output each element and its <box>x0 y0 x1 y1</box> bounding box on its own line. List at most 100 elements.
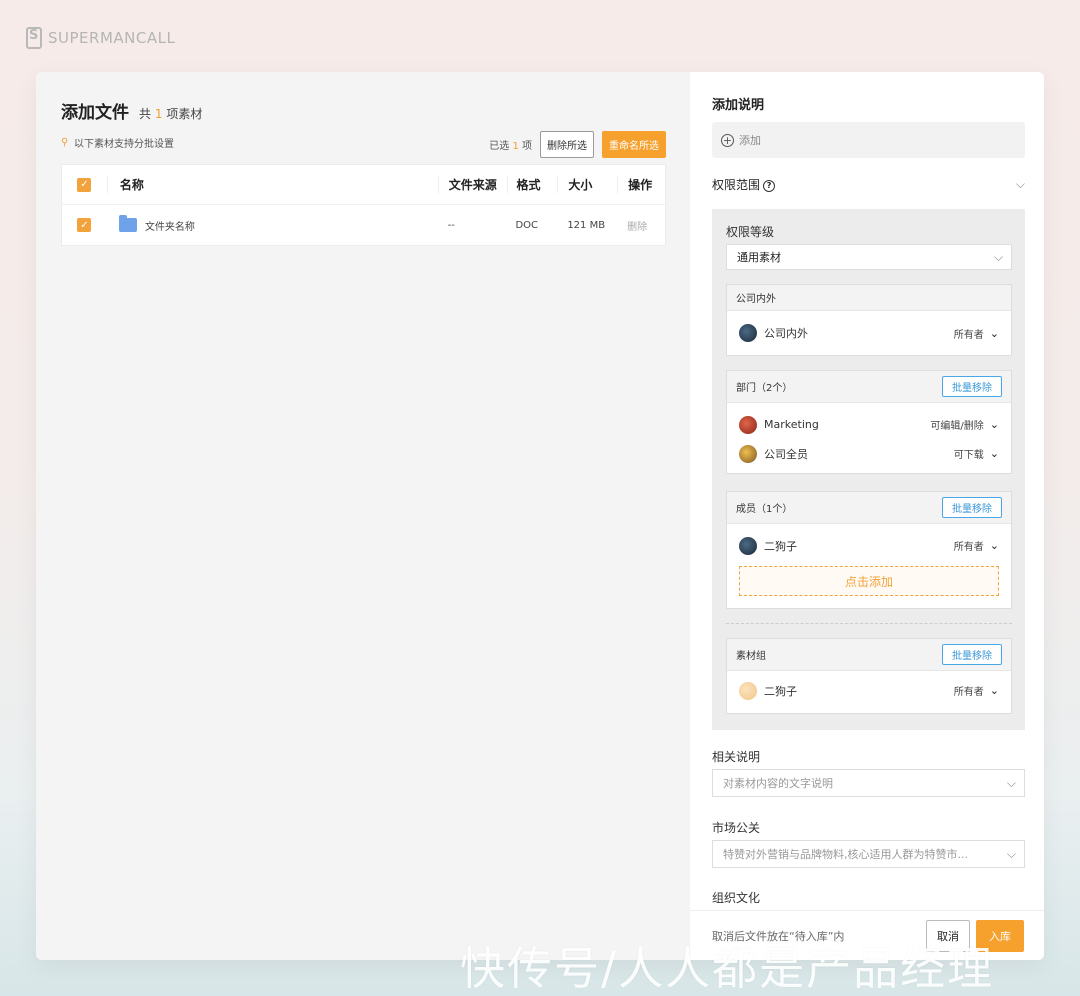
brand-name: SUPERMANCALL <box>48 29 176 47</box>
level-value: 通用素材 <box>737 251 781 264</box>
member-name: Marketing <box>764 418 819 431</box>
click-add-button[interactable]: 点击添加 <box>739 566 999 596</box>
divider <box>726 623 1012 624</box>
avatar <box>739 324 757 342</box>
row-checkbox[interactable]: ✓ <box>77 218 92 232</box>
chevron-down-icon: ⌵ <box>993 249 1003 264</box>
batch-tip-text: 以下素材支持分批设置 <box>74 139 174 150</box>
member-name: 公司全员 <box>764 447 808 461</box>
selection-actions: 已选 1 项 删除所选 重命名所选 <box>489 131 666 158</box>
table-header: ✓ 名称 文件来源 格式 大小 操作 <box>62 165 665 205</box>
card-title: 公司内外 <box>736 294 776 305</box>
chevron-down-icon: ⌄ <box>989 447 999 460</box>
header-name: 名称 <box>106 176 438 193</box>
chevron-down-icon[interactable]: ⌵ <box>1016 177 1025 192</box>
market-select[interactable]: 特赞对外营销与品牌物料,核心适用人群为特赞市... ⌵ <box>712 840 1025 868</box>
watermark: 快传号/人人都是产品经理 <box>460 942 995 995</box>
delete-selected-button[interactable]: 删除所选 <box>540 131 594 158</box>
description-panel: 添加说明 + 添加 权限范围? ⌵ 权限等级 通用素材 ⌵ 公司内外 公司内外 … <box>690 72 1044 960</box>
plus-icon: + <box>721 133 734 147</box>
list-item: 二狗子 所有者 ⌄ <box>727 676 1011 705</box>
chevron-down-icon: ⌄ <box>989 418 999 431</box>
help-icon[interactable]: ? <box>763 179 776 192</box>
card-header: 成员（1个） 批量移除 <box>727 492 1011 524</box>
header-format: 格式 <box>507 176 557 193</box>
selected-prefix: 已选 <box>489 141 510 152</box>
market-label: 市场公关 <box>712 821 761 835</box>
select-all-checkbox[interactable]: ✓ <box>77 177 92 192</box>
selected-suffix: 项 <box>522 141 532 152</box>
permission-value: 可下载 <box>953 450 984 461</box>
permission-value: 所有者 <box>953 329 984 341</box>
market-value: 特赞对外营销与品牌物料,核心适用人群为特赞市... <box>723 848 968 861</box>
delete-row-link[interactable]: 删除 <box>627 222 647 233</box>
level-select[interactable]: 通用素材 ⌵ <box>726 244 1012 270</box>
permission-scope-area: 权限等级 通用素材 ⌵ 公司内外 公司内外 所有者 ⌄ 部门（2个） 批量移除 … <box>712 209 1025 730</box>
company-card: 公司内外 公司内外 所有者 ⌄ <box>726 284 1012 356</box>
selected-count: 已选 1 项 <box>489 137 532 152</box>
permission-value: 所有者 <box>953 687 984 698</box>
chevron-down-icon: ⌄ <box>989 326 999 340</box>
level-label: 权限等级 <box>726 225 775 239</box>
avatar <box>739 415 757 434</box>
batch-remove-button[interactable]: 批量移除 <box>942 497 1002 518</box>
department-card: 部门（2个） 批量移除 Marketing 可编辑/删除 ⌄ 公司全员 可下载 … <box>726 370 1012 474</box>
selected-number: 1 <box>512 141 519 152</box>
permission-value: 可编辑/删除 <box>930 421 984 432</box>
add-label: 添加 <box>739 134 761 147</box>
title-row: 添加文件 共 1 项素材 <box>61 98 202 123</box>
permission-dropdown[interactable]: 可编辑/删除 ⌄ <box>930 417 999 432</box>
permission-value: 所有者 <box>953 542 984 553</box>
panel-title: 添加说明 <box>712 98 765 113</box>
avatar <box>739 536 757 555</box>
count-number: 1 <box>154 107 163 121</box>
page-title: 添加文件 <box>61 103 129 123</box>
members-card: 成员（1个） 批量移除 二狗子 所有者 ⌄ 点击添加 <box>726 491 1012 609</box>
brand: SUPERMANCALL <box>26 27 175 49</box>
header-source: 文件来源 <box>437 176 508 193</box>
dialog-window: 添加文件 共 1 项素材 ⚲ 以下素材支持分批设置 已选 1 项 删除所选 重命… <box>36 72 1044 960</box>
permission-dropdown[interactable]: 所有者 ⌄ <box>954 683 999 698</box>
file-panel: 添加文件 共 1 项素材 ⚲ 以下素材支持分批设置 已选 1 项 删除所选 重命… <box>36 72 690 960</box>
permission-dropdown[interactable]: 所有者 ⌄ <box>954 326 999 341</box>
rename-selected-button[interactable]: 重命名所选 <box>602 131 666 158</box>
batch-remove-button[interactable]: 批量移除 <box>942 644 1002 665</box>
table-row[interactable]: ✓ 文件夹名称 -- DOC 121 MB 删除 <box>62 205 665 245</box>
count-prefix: 共 <box>139 107 152 121</box>
list-item: 公司内外 所有者 ⌄ <box>727 311 1011 355</box>
card-header: 公司内外 <box>727 285 1011 311</box>
chevron-down-icon: ⌵ <box>1006 775 1016 790</box>
chevron-down-icon: ⌄ <box>989 684 999 697</box>
permission-dropdown[interactable]: 所有者 ⌄ <box>954 538 999 553</box>
material-count: 共 1 项素材 <box>139 105 202 122</box>
folder-icon <box>118 215 137 232</box>
count-suffix: 项素材 <box>166 107 203 121</box>
culture-label: 组织文化 <box>712 891 761 905</box>
list-item: 二狗子 所有者 ⌄ <box>727 531 1011 560</box>
chevron-down-icon: ⌄ <box>989 539 999 552</box>
batch-tip: ⚲ 以下素材支持分批设置 <box>61 135 174 150</box>
member-name: 二狗子 <box>764 539 797 553</box>
card-title: 素材组 <box>736 651 766 662</box>
avatar <box>739 444 757 463</box>
material-group-card: 素材组 批量移除 二狗子 所有者 ⌄ <box>726 638 1012 714</box>
file-size: 121 MB <box>567 219 606 231</box>
location-pin-icon: ⚲ <box>61 137 69 148</box>
related-select[interactable]: 对素材内容的文字说明 ⌵ <box>712 769 1025 797</box>
card-header: 素材组 批量移除 <box>727 639 1011 671</box>
list-item: Marketing 可编辑/删除 ⌄ <box>727 410 1011 439</box>
permission-scope-toggle[interactable]: 权限范围? ⌵ <box>712 176 1025 193</box>
card-title: 成员（1个） <box>736 504 793 515</box>
member-name: 公司内外 <box>764 327 808 340</box>
add-description-button[interactable]: + 添加 <box>712 122 1025 158</box>
card-title: 部门（2个） <box>736 383 793 394</box>
card-header: 部门（2个） 批量移除 <box>727 371 1011 403</box>
batch-remove-button[interactable]: 批量移除 <box>942 376 1002 397</box>
related-label: 相关说明 <box>712 750 761 764</box>
file-name: 文件夹名称 <box>144 221 195 233</box>
list-item: 公司全员 可下载 ⌄ <box>727 439 1011 468</box>
header-operation: 操作 <box>617 176 665 193</box>
chevron-down-icon: ⌵ <box>1006 846 1016 861</box>
permission-dropdown[interactable]: 可下载 ⌄ <box>954 446 999 461</box>
related-placeholder: 对素材内容的文字说明 <box>723 777 833 790</box>
